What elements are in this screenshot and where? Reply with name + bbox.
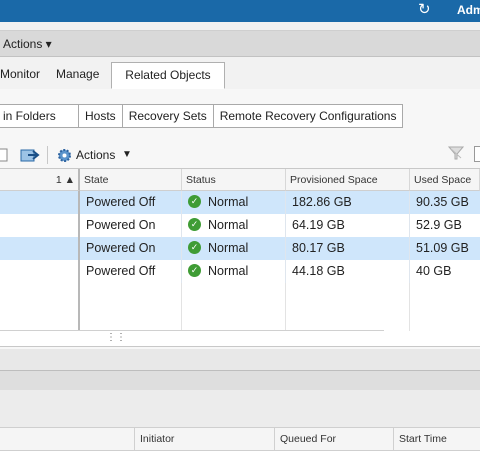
subtab-remote-recovery[interactable]: Remote Recovery Configurations [212,104,404,128]
state-cell: Powered Off [80,191,182,214]
used-cell: 40 GB [416,264,452,278]
status-cell: ✓ Normal [182,214,286,237]
used-cell: 90.35 GB [416,195,469,209]
name-cell [0,214,80,237]
name-column-divider[interactable] [78,283,80,331]
tab-monitor[interactable]: Monitor [0,65,40,83]
table-row[interactable]: Powered On ✓ Normal 80.17 GB 51.09 GB [0,237,480,260]
check-icon: ✓ [188,241,201,255]
toolbar-divider [47,146,48,164]
scroll-grip-icon[interactable]: ⋮⋮ [106,333,126,343]
tab-manage[interactable]: Manage [56,65,99,83]
panel-splitter[interactable] [0,370,480,392]
filter-icon[interactable] [448,145,464,161]
start-time-column-header[interactable]: Start Time [393,428,480,450]
status-text: Normal [208,241,249,255]
refresh-icon[interactable]: ↻ [418,1,436,19]
migrate-icon[interactable] [20,147,40,163]
status-cell: ✓ Normal [182,260,286,283]
state-cell: Powered Off [80,260,182,283]
table-row[interactable]: Powered Off ✓ Normal 182.86 GB 90.35 GB [0,191,480,214]
status-text: Normal [208,264,249,278]
name-cell [0,260,80,283]
top-bar [0,0,480,22]
name-cell [0,191,80,214]
grid-toolbar: Actions ▼ [0,142,480,168]
column-divider [285,283,286,331]
page-icon[interactable] [0,148,8,162]
subtab-recovery-sets[interactable]: Recovery Sets [121,104,214,128]
provisioned-cell: 182.86 GB [286,191,410,214]
status-column-header[interactable]: Status [182,169,286,191]
status-cell: ✓ Normal [182,237,286,260]
status-text: Normal [208,195,249,209]
subtab-folders[interactable]: es in Folders [0,104,79,128]
table-row[interactable]: Powered Off ✓ Normal 44.18 GB 40 GB [0,260,480,283]
used-cell: 51.09 GB [416,241,469,255]
check-icon: ✓ [188,264,201,278]
subtab-bar: es in Folders Hosts Recovery Sets Remote… [0,104,404,128]
actions-menu[interactable]: Actions ▾ [3,36,52,52]
horizontal-scrollbar[interactable]: ⋮⋮ [0,330,384,345]
tab-related-objects[interactable]: Related Objects [111,62,225,89]
initiator-column-header[interactable]: Initiator [134,428,274,450]
top-strip [0,22,480,31]
tasks-header: Initiator Queued For Start Time [0,427,480,451]
actions-bar [0,31,480,57]
state-cell: Powered On [80,237,182,260]
column-divider [409,283,410,331]
check-icon: ✓ [188,218,201,232]
provisioned-cell: 64.19 GB [286,214,410,237]
user-menu[interactable]: Adm [457,1,480,19]
status-cell: ✓ Normal [182,191,286,214]
check-icon: ✓ [188,195,201,209]
name-column-header[interactable]: 1 ▲ [0,169,80,191]
used-column-header[interactable]: Used Space [410,169,480,191]
column-divider [181,283,182,331]
toolbar-actions-label[interactable]: Actions [76,147,115,163]
objects-grid: 1 ▲ State Status Provisioned Space Used … [0,168,480,347]
name-cell [0,237,80,260]
chevron-down-icon[interactable]: ▼ [122,147,132,163]
provisioned-cell: 80.17 GB [286,237,410,260]
subtab-hosts[interactable]: Hosts [78,104,123,128]
state-column-header[interactable]: State [80,169,182,191]
status-text: Normal [208,218,249,232]
queued-for-column-header[interactable]: Queued For [274,428,394,450]
provisioned-column-header[interactable]: Provisioned Space [286,169,410,191]
table-row[interactable]: Powered On ✓ Normal 64.19 GB 52.9 GB [0,214,480,237]
gear-icon[interactable] [57,148,72,163]
used-cell: 52.9 GB [416,218,462,232]
provisioned-cell: 44.18 GB [286,260,410,283]
state-cell: Powered On [80,214,182,237]
column-chooser-icon[interactable] [474,146,480,162]
sort-indicator: 1 ▲ [55,174,75,186]
